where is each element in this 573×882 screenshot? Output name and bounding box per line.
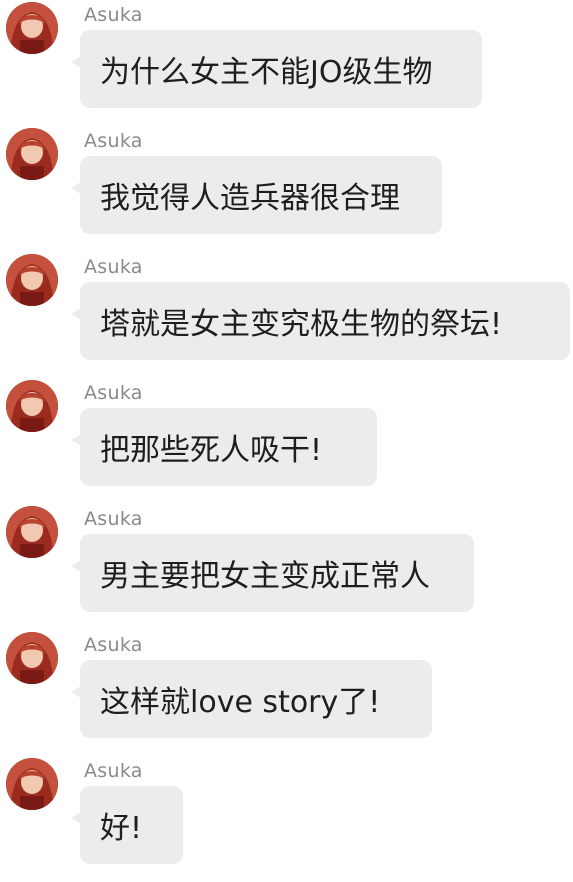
sender-avatar[interactable] — [6, 128, 58, 180]
sender-name: Asuka — [84, 130, 143, 152]
user-avatar-icon — [6, 632, 58, 684]
chat-message: Asuka 塔就是女主变究极生物的祭坛! — [0, 252, 573, 378]
sender-name: Asuka — [84, 256, 143, 278]
message-text: 这样就love story了! — [100, 685, 381, 720]
user-avatar-icon — [6, 506, 58, 558]
message-bubble[interactable]: 好! — [71, 786, 183, 864]
user-avatar-icon — [6, 128, 58, 180]
message-text: 塔就是女主变究极生物的祭坛! — [100, 307, 503, 342]
message-text: 为什么女主不能JO级生物 — [100, 55, 433, 90]
user-avatar-icon — [6, 254, 58, 306]
chat-message: Asuka 我觉得人造兵器很合理 — [0, 126, 573, 252]
chat-message: Asuka 男主要把女主变成正常人 — [0, 504, 573, 630]
chat-message: Asuka 把那些死人吸干! — [0, 378, 573, 504]
message-bubble[interactable]: 为什么女主不能JO级生物 — [71, 30, 482, 108]
sender-avatar[interactable] — [6, 380, 58, 432]
message-bubble[interactable]: 我觉得人造兵器很合理 — [71, 156, 442, 234]
message-text: 把那些死人吸干! — [100, 433, 323, 468]
sender-avatar[interactable] — [6, 254, 58, 306]
sender-avatar[interactable] — [6, 758, 58, 810]
chat-message: Asuka 这样就love story了! — [0, 630, 573, 756]
message-bubble[interactable]: 塔就是女主变究极生物的祭坛! — [71, 282, 570, 360]
message-text: 好! — [100, 811, 143, 846]
user-avatar-icon — [6, 380, 58, 432]
message-bubble[interactable]: 把那些死人吸干! — [71, 408, 377, 486]
sender-name: Asuka — [84, 760, 143, 782]
user-avatar-icon — [6, 2, 58, 54]
message-text: 男主要把女主变成正常人 — [100, 559, 430, 594]
sender-avatar[interactable] — [6, 632, 58, 684]
sender-avatar[interactable] — [6, 506, 58, 558]
user-avatar-icon — [6, 758, 58, 810]
message-bubble[interactable]: 这样就love story了! — [71, 660, 432, 738]
chat-message: Asuka 为什么女主不能JO级生物 — [0, 0, 573, 126]
message-text: 我觉得人造兵器很合理 — [100, 181, 400, 216]
sender-name: Asuka — [84, 634, 143, 656]
chat-message: Asuka 好! — [0, 756, 573, 882]
sender-name: Asuka — [84, 508, 143, 530]
sender-avatar[interactable] — [6, 2, 58, 54]
sender-name: Asuka — [84, 382, 143, 404]
message-bubble[interactable]: 男主要把女主变成正常人 — [71, 534, 474, 612]
sender-name: Asuka — [84, 4, 143, 26]
